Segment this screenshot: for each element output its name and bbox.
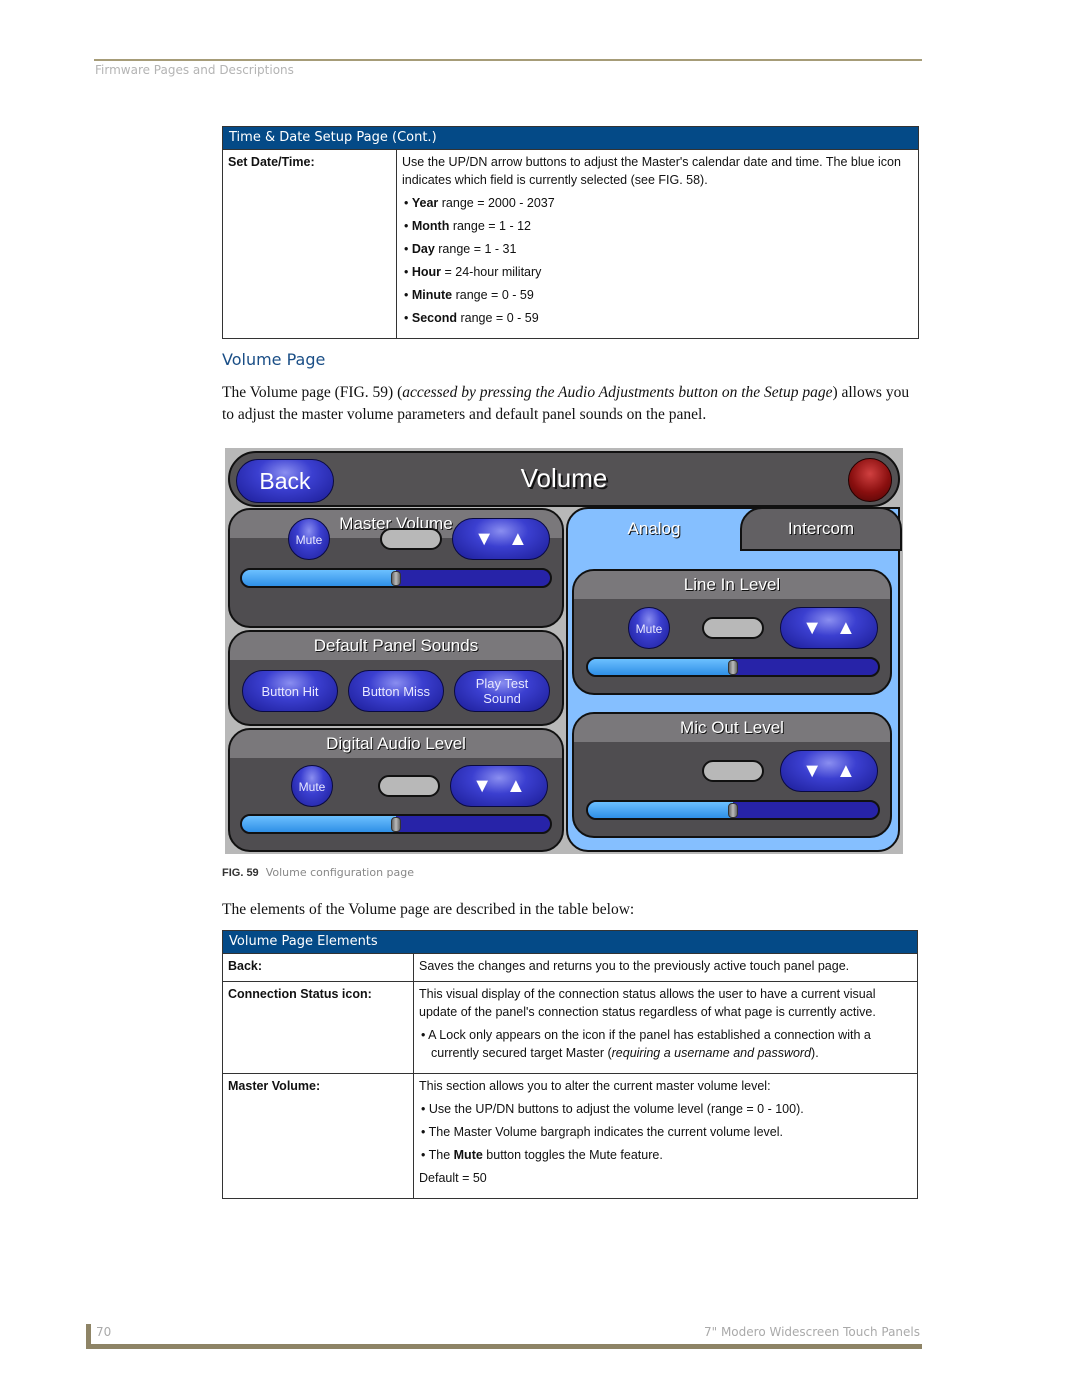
connection-status-icon	[848, 458, 892, 502]
slider-knob[interactable]	[391, 571, 401, 586]
row-key: Back:	[222, 953, 414, 982]
slider-knob[interactable]	[728, 803, 738, 818]
button-miss-button[interactable]: Button Miss	[348, 670, 444, 712]
group-title: Line In Level	[574, 571, 890, 599]
table-intro-text: The elements of the Volume page are desc…	[222, 901, 635, 918]
top-rule	[94, 59, 922, 61]
row-value: This section allows you to alter the cur…	[413, 1073, 918, 1199]
list-item: The Master Volume bargraph indicates the…	[419, 1123, 912, 1141]
row-key: Connection Status icon:	[222, 981, 414, 1074]
default-sounds-group: Default Panel Sounds Button Hit Button M…	[228, 630, 564, 726]
volume-elements-table: Volume Page Elements Back: Saves the cha…	[222, 930, 918, 1199]
time-date-table: Time & Date Setup Page (Cont.) Set Date/…	[222, 126, 919, 339]
down-arrow-icon[interactable]: ▼	[472, 775, 492, 798]
title-bar: Volume Back	[228, 451, 900, 507]
up-arrow-icon[interactable]: ▲	[506, 775, 526, 798]
list-item: Use the UP/DN buttons to adjust the volu…	[419, 1100, 912, 1118]
intro-paragraph: The Volume page (FIG. 59) (accessed by p…	[222, 384, 910, 423]
list-item: Year range = 2000 - 2037	[402, 194, 913, 212]
table-title: Volume Page Elements	[222, 930, 918, 954]
table-title: Time & Date Setup Page (Cont.)	[222, 126, 919, 150]
book-title: 7" Modero Widescreen Touch Panels	[703, 1325, 920, 1339]
up-arrow-icon[interactable]: ▲	[836, 617, 856, 640]
mic-out-group: Mic Out Level ▼ ▲	[572, 712, 892, 838]
row-value: Saves the changes and returns you to the…	[413, 953, 918, 982]
back-button[interactable]: Back	[236, 459, 334, 503]
figure-caption: FIG. 59 Volume configuration page	[222, 866, 415, 879]
down-arrow-icon[interactable]: ▼	[802, 760, 822, 783]
list-item: Day range = 1 - 31	[402, 240, 913, 258]
level-field	[702, 760, 764, 782]
list-item: Hour = 24-hour military	[402, 263, 913, 281]
up-arrow-icon[interactable]: ▲	[836, 760, 856, 783]
slider-knob[interactable]	[391, 817, 401, 832]
updown-button[interactable]: ▼ ▲	[780, 607, 878, 649]
tab-intercom[interactable]: Intercom	[740, 507, 902, 551]
down-arrow-icon[interactable]: ▼	[802, 617, 822, 640]
list-item: Month range = 1 - 12	[402, 217, 913, 235]
row-value: Use the UP/DN arrow buttons to adjust th…	[396, 149, 919, 339]
digital-audio-slider[interactable]	[240, 814, 552, 834]
page-number: 70	[96, 1325, 112, 1339]
audio-tab-pane: Analog Intercom Line In Level Mute ▼ ▲ Mi…	[566, 507, 902, 852]
mute-button[interactable]: Mute	[628, 607, 670, 649]
list-item: Second range = 0 - 59	[402, 309, 913, 327]
master-volume-group: Master Volume Mute ▼ ▲	[228, 508, 564, 628]
row-key: Set Date/Time:	[222, 149, 397, 339]
digital-audio-group: Digital Audio Level Mute ▼ ▲	[228, 728, 564, 852]
table-row: Connection Status icon: This visual disp…	[222, 981, 918, 1074]
table-row: Set Date/Time: Use the UP/DN arrow butto…	[222, 149, 919, 339]
group-title: Digital Audio Level	[230, 730, 562, 758]
group-title: Default Panel Sounds	[230, 632, 562, 660]
section-heading: Volume Page	[222, 350, 326, 369]
row-key: Master Volume:	[222, 1073, 414, 1199]
button-hit-button[interactable]: Button Hit	[242, 670, 338, 712]
default-value: Default = 50	[419, 1171, 487, 1185]
list-item: A Lock only appears on the icon if the p…	[419, 1026, 912, 1062]
line-in-group: Line In Level Mute ▼ ▲	[572, 569, 892, 695]
level-field	[378, 775, 440, 797]
line-in-slider[interactable]	[586, 657, 880, 677]
updown-button[interactable]: ▼ ▲	[452, 518, 550, 560]
down-arrow-icon[interactable]: ▼	[474, 528, 494, 551]
list-item: The Mute button toggles the Mute feature…	[419, 1146, 912, 1164]
table-row: Master Volume: This section allows you t…	[222, 1073, 918, 1199]
updown-button[interactable]: ▼ ▲	[450, 765, 548, 807]
level-field	[380, 528, 442, 550]
slider-knob[interactable]	[728, 660, 738, 675]
play-test-sound-button[interactable]: Play Test Sound	[454, 670, 550, 712]
row-value: This visual display of the connection st…	[413, 981, 918, 1074]
tab-analog[interactable]: Analog	[568, 511, 740, 549]
level-field	[702, 617, 764, 639]
mic-out-slider[interactable]	[586, 800, 880, 820]
running-head: Firmware Pages and Descriptions	[95, 63, 294, 77]
footer-rule	[86, 1344, 922, 1349]
updown-button[interactable]: ▼ ▲	[780, 750, 878, 792]
row-text: Use the UP/DN arrow buttons to adjust th…	[402, 155, 901, 187]
range-list: Year range = 2000 - 2037 Month range = 1…	[402, 194, 913, 327]
master-volume-slider[interactable]	[240, 568, 552, 588]
row-text: This visual display of the connection st…	[419, 987, 876, 1019]
mute-button[interactable]: Mute	[288, 518, 330, 560]
list-item: Minute range = 0 - 59	[402, 286, 913, 304]
mute-button[interactable]: Mute	[291, 765, 333, 807]
group-title: Mic Out Level	[574, 714, 890, 742]
row-text: This section allows you to alter the cur…	[419, 1079, 771, 1093]
up-arrow-icon[interactable]: ▲	[508, 528, 528, 551]
volume-panel-screenshot: Volume Back Master Volume Mute ▼ ▲ Defaul…	[225, 448, 903, 854]
table-row: Back: Saves the changes and returns you …	[222, 953, 918, 982]
